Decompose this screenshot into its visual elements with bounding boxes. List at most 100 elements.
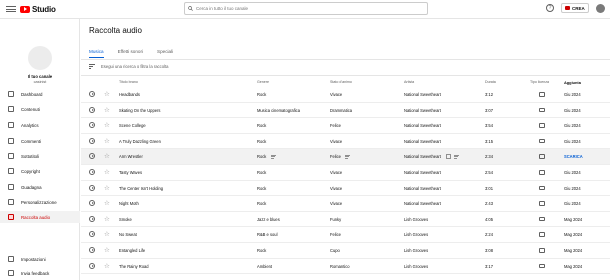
sidebar-item-impostazioni[interactable]: Impostazioni <box>0 253 80 265</box>
track-mood: Felice <box>330 154 341 160</box>
table-row[interactable]: ☆ The Center Isn't Holding Rock Vivace Natio… <box>81 181 610 197</box>
column-genre[interactable]: Genere <box>257 80 269 84</box>
play-icon[interactable] <box>89 184 95 191</box>
artist-tracks-icon[interactable] <box>454 154 459 159</box>
track-artist: Lish Grooves <box>404 248 429 253</box>
track-title: Skating On the Uppers <box>119 107 161 113</box>
filter-icon[interactable] <box>89 64 95 69</box>
tab-effetti-sonori[interactable]: Effetti sonori <box>118 49 143 58</box>
column-duration[interactable]: Durata <box>485 80 496 84</box>
play-icon[interactable] <box>89 137 95 144</box>
table-row[interactable]: ☆ A Truly Dazzling Green Rock Vivace Nationa… <box>81 134 610 150</box>
star-icon[interactable]: ☆ <box>104 199 110 207</box>
sidebar-item-raccolta-audio[interactable]: Raccolta audio <box>0 211 80 223</box>
star-icon[interactable]: ☆ <box>104 215 110 223</box>
column-artist[interactable]: Artista <box>404 80 414 84</box>
sidebar-item-invia-feedback[interactable]: Invia feedback <box>0 267 80 279</box>
play-icon[interactable] <box>89 169 95 175</box>
sidebar-item-contenuti[interactable]: Contenuti <box>0 103 80 115</box>
table-row[interactable]: ☆ Headbands Rock Vivace National Sweetheart 3… <box>81 87 610 103</box>
artist-info-icon[interactable] <box>446 153 451 159</box>
play-icon[interactable] <box>89 215 95 222</box>
license-icon[interactable] <box>539 185 545 191</box>
play-icon[interactable] <box>89 106 95 113</box>
column-added[interactable]: Aggiunta <box>564 80 581 85</box>
tab-musica[interactable]: Musica <box>89 49 104 58</box>
track-title: The Center Isn't Holding <box>119 185 164 191</box>
table-row[interactable]: ☆ Smoke Jazz e blues Funky Lish Grooves 4:05 M… <box>81 212 610 228</box>
license-icon[interactable] <box>539 216 545 222</box>
sidebar-item-dashboard[interactable]: Dashboard <box>0 88 80 100</box>
sidebar-item-commenti[interactable]: Commenti <box>0 135 80 147</box>
star-icon[interactable]: ☆ <box>104 106 110 114</box>
sidebar-item-analytics[interactable]: Analytics <box>0 119 80 131</box>
license-icon[interactable] <box>539 170 545 175</box>
star-icon[interactable]: ☆ <box>104 90 110 98</box>
table-row[interactable]: ☆ Arm Wrestler Rock Felice National Sweethea… <box>81 149 610 165</box>
license-icon[interactable] <box>539 248 545 253</box>
account-avatar[interactable] <box>596 4 605 13</box>
sidebar-item-label: Analytics <box>21 122 39 128</box>
table-row[interactable]: ☆ Skating On the Uppers Musica cinematogra… <box>81 103 610 119</box>
star-icon[interactable]: ☆ <box>104 121 110 129</box>
create-button[interactable]: CREA <box>561 3 589 13</box>
download-button[interactable]: SCARICA <box>564 154 583 159</box>
search-input[interactable] <box>196 6 416 11</box>
search-icon <box>188 6 193 11</box>
table-row[interactable]: ☆ No Sweat R&B e soul Felice Lish Grooves 2:2… <box>81 227 610 243</box>
star-icon[interactable]: ☆ <box>104 152 110 160</box>
track-artist: Lish Grooves <box>404 216 429 222</box>
star-icon[interactable]: ☆ <box>104 184 110 192</box>
table-row[interactable]: ☆ The Rainy Road Ambient Romantico Lish Groo… <box>81 259 610 275</box>
sidebar-item-copyright[interactable]: Copyright <box>0 165 80 177</box>
filter-bar[interactable]: Esegui una ricerca o filtra la raccolta <box>89 64 169 69</box>
similar-mood-icon[interactable] <box>345 154 350 159</box>
sidebar-item-personalizzazione[interactable]: Personalizzazione <box>0 196 80 208</box>
contenuti-icon <box>8 106 14 112</box>
track-genre: Rock <box>257 185 267 191</box>
search-box[interactable] <box>184 2 428 15</box>
star-icon[interactable]: ☆ <box>104 168 110 176</box>
play-icon[interactable] <box>89 231 95 238</box>
track-title: The Rainy Road <box>119 263 149 269</box>
tab-speciali[interactable]: Speciali <box>157 49 173 58</box>
star-icon[interactable]: ☆ <box>104 137 110 145</box>
track-duration: 3:17 <box>485 263 493 269</box>
play-icon[interactable] <box>89 200 95 207</box>
license-icon[interactable] <box>539 201 545 206</box>
play-icon[interactable] <box>89 91 95 97</box>
table-row[interactable]: ☆ Entangled Life Rock Cupo Lish Grooves 3:08 M… <box>81 243 610 259</box>
hamburger-menu-icon[interactable] <box>6 6 16 12</box>
play-icon[interactable] <box>89 262 95 269</box>
track-added-date: Giu 2024 <box>564 185 581 191</box>
tab-divider <box>81 59 610 60</box>
table-row[interactable]: ☆ Night Moth Rock Vivace National Sweetheart… <box>81 196 610 212</box>
license-icon[interactable] <box>539 232 545 237</box>
column-title[interactable]: Titolo brano <box>119 80 138 84</box>
play-icon[interactable] <box>89 122 95 129</box>
help-icon[interactable]: ? <box>546 4 554 12</box>
play-icon[interactable] <box>89 247 95 253</box>
license-icon[interactable] <box>539 138 545 144</box>
sidebar-item-guadagna[interactable]: Guadagna <box>0 181 80 193</box>
star-icon[interactable]: ☆ <box>104 262 110 270</box>
sidebar-item-sottotitoli[interactable]: Sottotitoli <box>0 150 80 162</box>
column-license[interactable]: Tipo licenza <box>530 80 549 84</box>
track-added-date: Giu 2024 <box>564 201 581 207</box>
channel-avatar[interactable] <box>28 46 52 70</box>
filter-input[interactable]: Esegui una ricerca o filtra la raccolta <box>101 64 169 69</box>
similar-tracks-icon[interactable] <box>271 154 276 159</box>
table-row[interactable]: ☆ Scene College Rock Felice National Sweethe… <box>81 118 610 134</box>
license-icon[interactable] <box>539 92 545 97</box>
license-icon[interactable] <box>539 107 545 113</box>
license-icon[interactable] <box>539 154 545 159</box>
star-icon[interactable]: ☆ <box>104 230 110 238</box>
license-icon[interactable] <box>539 123 545 128</box>
column-mood[interactable]: Stato d'animo <box>330 80 352 84</box>
license-icon[interactable] <box>539 263 545 269</box>
play-icon[interactable] <box>89 153 95 160</box>
table-row[interactable]: ☆ Tasty Waves Rock Vivace National Sweethear… <box>81 165 610 181</box>
studio-logo[interactable]: Studio <box>20 5 56 14</box>
track-genre: Ambient <box>257 263 273 269</box>
star-icon[interactable]: ☆ <box>104 246 110 254</box>
